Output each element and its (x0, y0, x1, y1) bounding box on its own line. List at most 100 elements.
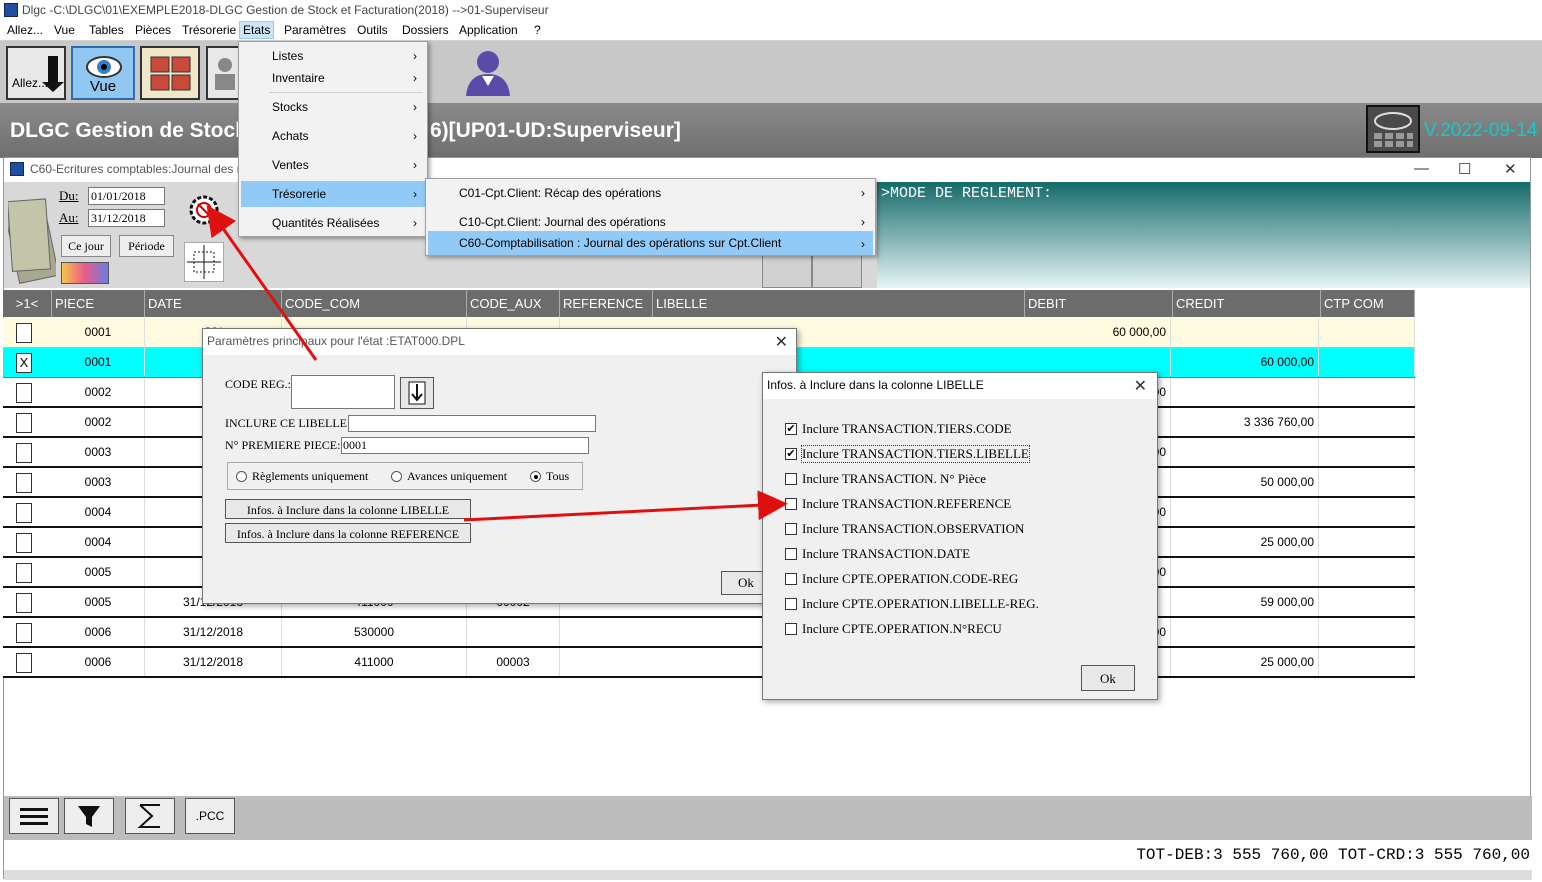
option-checkbox[interactable] (785, 473, 797, 485)
menu-item-achats[interactable]: Achats › (241, 123, 425, 149)
menu-item-c01[interactable]: C01-Cpt.Client: Récap des opérations › (428, 180, 873, 206)
menu-tresorerie[interactable]: Trésorerie (182, 23, 236, 37)
pcc-button[interactable]: .PCC (185, 798, 235, 834)
row-checkbox[interactable] (16, 563, 32, 583)
menu-help[interactable]: ? (534, 23, 541, 37)
code-reg-input[interactable] (291, 375, 395, 409)
tables-button[interactable] (140, 46, 200, 100)
column-header-date[interactable]: DATE (145, 290, 282, 317)
allez-button[interactable]: Allez... (6, 46, 66, 100)
supervisor-button[interactable] (460, 46, 516, 100)
close-icon[interactable]: ✕ (775, 332, 788, 352)
option-checkbox[interactable]: ✔ (785, 423, 797, 435)
close-icon[interactable]: ✕ (1134, 376, 1147, 396)
option-label[interactable]: Inclure TRANSACTION.REFERENCE (802, 496, 1011, 512)
column-header-code-aux[interactable]: CODE_AUX (467, 290, 560, 317)
menu-tables[interactable]: Tables (89, 23, 124, 37)
menu-button[interactable] (9, 798, 59, 834)
menu-pieces[interactable]: Pièces (135, 23, 171, 37)
option-label[interactable]: Inclure TRANSACTION. N° Pièce (802, 471, 986, 487)
menu-parametres[interactable]: Paramètres (284, 23, 346, 37)
person-button[interactable] (206, 46, 240, 100)
radio-avances[interactable] (391, 471, 402, 482)
row-checkbox[interactable] (16, 593, 32, 613)
menu-application[interactable]: Application (459, 23, 518, 37)
option-label[interactable]: Inclure CPTE.OPERATION.N°RECU (802, 621, 1002, 637)
option-label[interactable]: Inclure CPTE.OPERATION.LIBELLE-REG. (802, 596, 1039, 612)
du-input[interactable]: 01/01/2018 (88, 187, 165, 205)
option-checkbox[interactable] (785, 623, 797, 635)
premiere-piece-input[interactable]: 0001 (341, 437, 589, 454)
column-header-libelle[interactable]: LIBELLE (653, 290, 1025, 317)
option-label[interactable]: Inclure TRANSACTION.TIERS.LIBELLE (801, 445, 1030, 463)
menu-item-stocks[interactable]: Stocks › (241, 94, 425, 120)
column-header-credit[interactable]: CREDIT (1173, 290, 1321, 317)
row-checkbox[interactable] (16, 443, 32, 463)
column-header-reference[interactable]: REFERENCE (560, 290, 653, 317)
minimize-icon[interactable]: — (1414, 160, 1429, 177)
close-icon[interactable]: ✕ (1504, 160, 1517, 178)
menu-vue[interactable]: Vue (54, 23, 75, 37)
menu-etats[interactable]: Etats (239, 21, 275, 39)
option-label[interactable]: Inclure CPTE.OPERATION.CODE-REG (802, 571, 1018, 587)
menu-allez[interactable]: Allez... (7, 23, 43, 37)
column-header-check[interactable]: >1< (3, 290, 52, 317)
menu-item-quantites[interactable]: Quantités Réalisées › (241, 210, 425, 236)
table-row[interactable]: 0006 31/12/2018 411000 00003 25 000,00 (3, 648, 1415, 678)
crosshair-button[interactable] (184, 242, 224, 282)
libelle-ok-button[interactable]: Ok (1081, 665, 1135, 691)
inclure-libelle-input[interactable] (348, 415, 596, 432)
row-checkbox[interactable] (16, 653, 32, 673)
column-header-code-com[interactable]: CODE_COM (282, 290, 467, 317)
row-checkbox[interactable] (16, 383, 32, 403)
option-checkbox[interactable] (785, 498, 797, 510)
maximize-icon[interactable]: ☐ (1458, 160, 1471, 178)
option-checkbox[interactable] (785, 598, 797, 610)
totals-label: TOT-DEB:3 555 760,00 TOT-CRD:3 555 760,0… (1136, 846, 1530, 864)
calculator-icon[interactable] (1366, 105, 1420, 153)
vue-button[interactable]: Vue (71, 46, 135, 100)
code-reg-picker-button[interactable] (400, 377, 434, 409)
cell-piece: 0001 (52, 318, 145, 346)
periode-button[interactable]: Période (119, 235, 174, 257)
option-label[interactable]: Inclure TRANSACTION.TIERS.CODE (802, 421, 1012, 437)
radio-tous[interactable] (530, 471, 541, 482)
option-checkbox[interactable] (785, 523, 797, 535)
row-checkbox[interactable] (16, 623, 32, 643)
panel-button-2[interactable] (812, 254, 862, 288)
column-header-ctp-com[interactable]: CTP COM (1321, 290, 1415, 317)
table-row[interactable]: 0006 31/12/2018 530000 00 (3, 618, 1415, 648)
panel-button-1[interactable] (762, 254, 812, 288)
menu-bar: Allez... Vue Tables Pièces Trésorerie Et… (0, 20, 1542, 41)
option-checkbox[interactable] (785, 548, 797, 560)
sum-button[interactable] (125, 798, 175, 834)
au-input[interactable]: 31/12/2018 (88, 209, 165, 227)
menu-outils[interactable]: Outils (357, 23, 388, 37)
row-checkbox[interactable] (16, 473, 32, 493)
radio-reglements[interactable] (236, 471, 247, 482)
row-checkbox[interactable] (16, 413, 32, 433)
chevron-right-icon: › (413, 158, 417, 172)
menu-item-tresorerie[interactable]: Trésorerie › (241, 181, 425, 207)
row-checkbox[interactable] (16, 503, 32, 523)
menu-item-inventaire[interactable]: Inventaire › (241, 65, 425, 91)
filter-button[interactable] (64, 798, 114, 834)
grid-icon (150, 56, 191, 91)
row-checkbox[interactable] (16, 323, 32, 343)
color-palette-button[interactable] (61, 262, 109, 284)
column-header-piece[interactable]: PIECE (52, 290, 145, 317)
settings-cancel-icon[interactable] (188, 194, 220, 226)
infos-libelle-button[interactable]: Infos. à Inclure dans la colonne LIBELLE (225, 499, 471, 519)
ce-jour-button[interactable]: Ce jour (61, 235, 111, 257)
menu-item-ventes[interactable]: Ventes › (241, 152, 425, 178)
menu-dossiers[interactable]: Dossiers (402, 23, 449, 37)
row-checkbox[interactable] (16, 533, 32, 553)
column-header-debit[interactable]: DEBIT (1025, 290, 1173, 317)
option-label[interactable]: Inclure TRANSACTION.OBSERVATION (802, 521, 1024, 537)
option-checkbox[interactable] (785, 573, 797, 585)
row-checkbox[interactable]: X (16, 353, 32, 373)
infos-reference-button[interactable]: Infos. à Inclure dans la colonne REFEREN… (225, 523, 471, 543)
option-label[interactable]: Inclure TRANSACTION.DATE (802, 546, 970, 562)
menu-item-c60[interactable]: C60-Comptabilisation : Journal des opéra… (428, 231, 873, 255)
option-checkbox[interactable]: ✔ (785, 448, 797, 460)
